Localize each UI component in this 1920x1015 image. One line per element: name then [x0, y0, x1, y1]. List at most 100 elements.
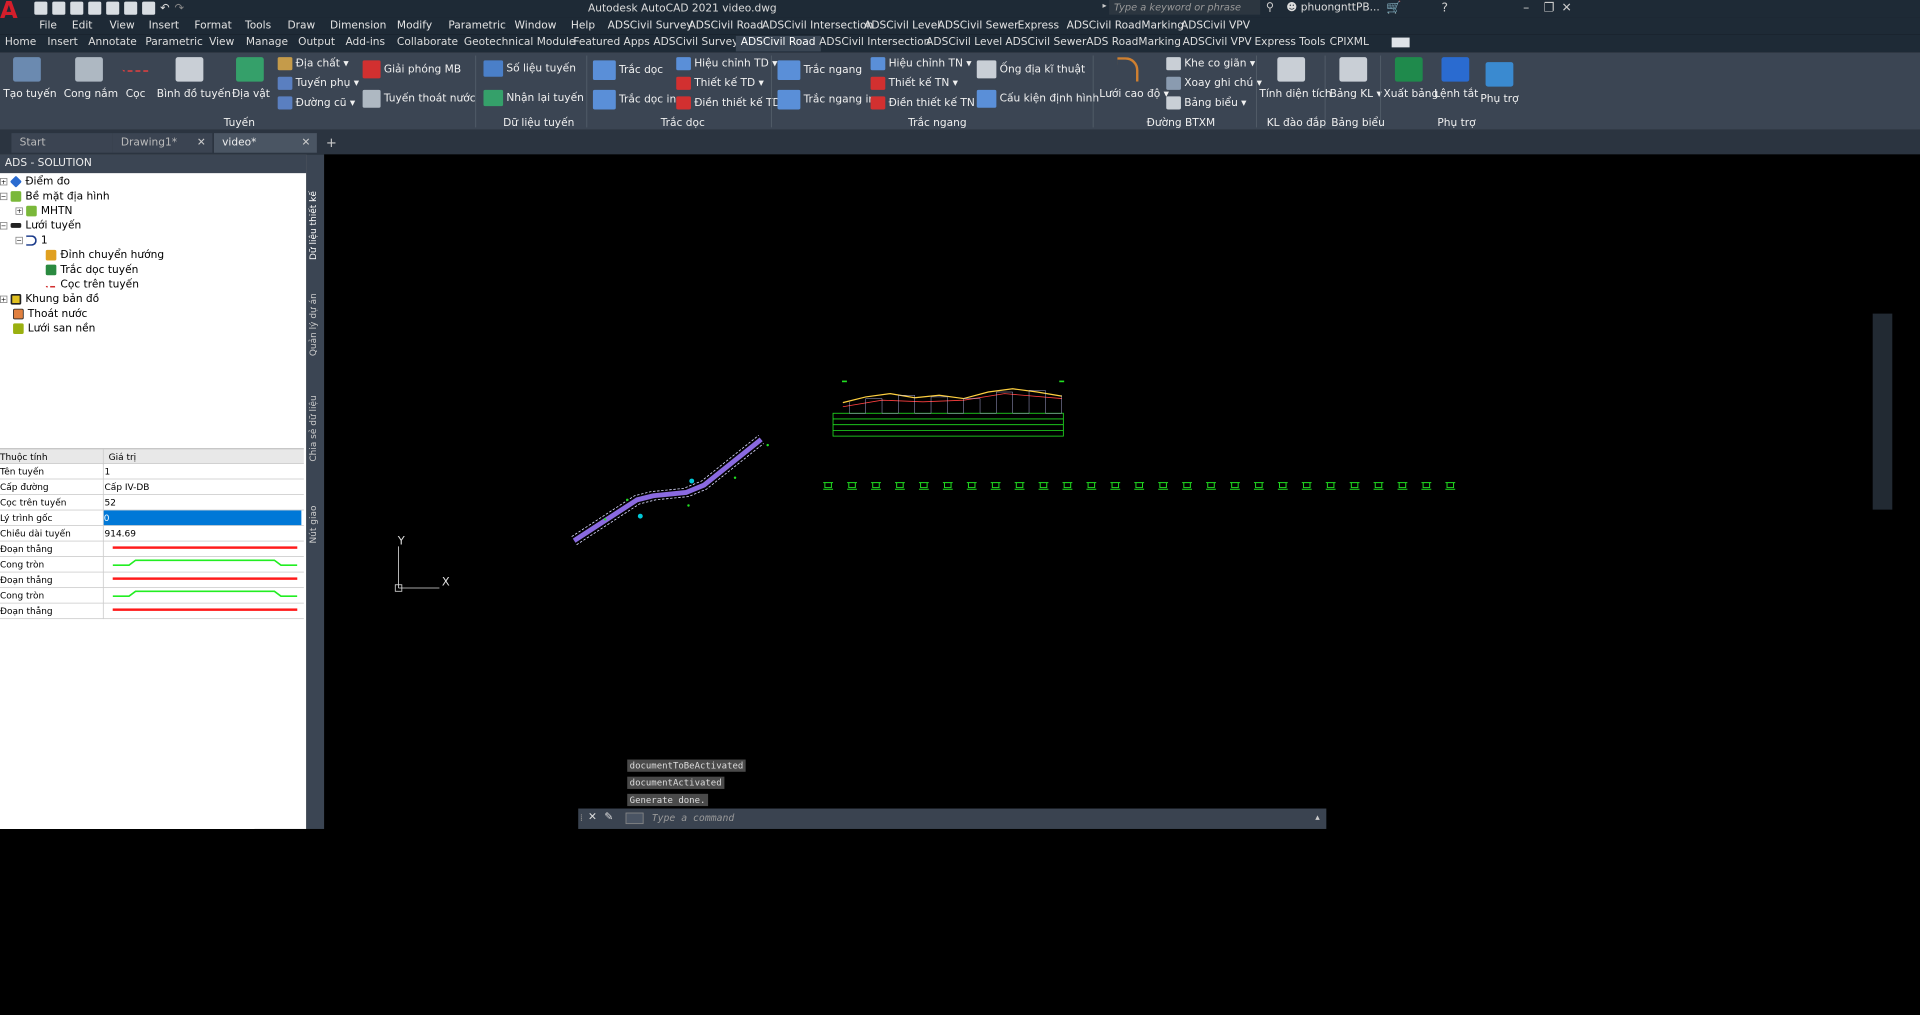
menu-help[interactable]: Help: [571, 20, 595, 32]
grip-icon[interactable]: ⁞: [580, 812, 583, 823]
nhan-lai-tuyen-button[interactable]: Nhận lại tuyến: [483, 89, 584, 107]
menu-adscivil-sewer[interactable]: ADSCivil Sewer: [938, 20, 1019, 32]
panel-kl-dao-dap[interactable]: KL đào đắp: [1267, 117, 1326, 129]
open-icon[interactable]: [52, 1, 66, 15]
tab-adscivil-road[interactable]: ADSCivil Road: [735, 35, 821, 52]
menu-parametric[interactable]: Parametric: [448, 20, 506, 32]
plot-icon[interactable]: [124, 1, 138, 15]
menu-dimension[interactable]: Dimension: [330, 20, 386, 32]
collapse-icon[interactable]: −: [0, 192, 8, 200]
ribbon-toggle-icon[interactable]: [1391, 37, 1410, 48]
tab-add-ins[interactable]: Add-ins: [341, 36, 390, 52]
tab-parametric[interactable]: Parametric: [140, 36, 207, 52]
close-tab-icon[interactable]: ✕: [197, 136, 206, 148]
tab-annotate[interactable]: Annotate: [83, 36, 141, 52]
tab-view[interactable]: View: [204, 36, 239, 52]
ong-dia-ki-thuat-button[interactable]: Ống địa kĩ thuật: [976, 60, 1085, 79]
prop-row-doan-thang[interactable]: Đoạn thẳng: [0, 572, 304, 589]
customize-wrench-icon[interactable]: ✎: [604, 811, 613, 823]
panel-phu-tro[interactable]: Phụ trợ: [1437, 117, 1475, 129]
tab-express-tools[interactable]: Express Tools: [1250, 36, 1331, 52]
menu-draw[interactable]: Draw: [287, 20, 315, 32]
new-tab-icon[interactable]: +: [326, 135, 337, 151]
panel-bang-bieu[interactable]: Bảng biểu: [1331, 117, 1385, 129]
tree-item-dinh-chuyen-huong[interactable]: Đỉnh chuyển hướng: [45, 247, 164, 262]
prop-row-ten-tuyen[interactable]: Tên tuyến 1: [0, 463, 304, 480]
phu-tro-button[interactable]: Phụ trợ: [1477, 62, 1523, 105]
menu-adscivil-survey[interactable]: ADSCivil Survey: [608, 20, 693, 32]
menu-adscivil-level[interactable]: ADSCivil Level: [864, 20, 940, 32]
vtab-nut-giao[interactable]: Nút giao: [308, 506, 323, 544]
panel-tuyen[interactable]: Tuyến: [224, 117, 255, 129]
web-mobile-icon[interactable]: [106, 1, 120, 15]
doc-tab-start[interactable]: Start: [11, 133, 113, 153]
tree-item-luoi-san-nen[interactable]: Lưới san nền: [2, 321, 95, 336]
giai-phong-mb-button[interactable]: Giải phóng MB: [362, 60, 461, 79]
command-input[interactable]: Type a command: [652, 812, 735, 823]
menu-adscivil-intersection[interactable]: ADSCivil Intersection: [762, 20, 873, 32]
vtab-du-lieu-thiet-ke[interactable]: Dữ liệu thiết kế: [308, 191, 323, 260]
trac-doc-in-button[interactable]: Trắc dọc in: [592, 89, 676, 110]
tab-adscivil-vpv[interactable]: ADSCivil VPV: [1178, 36, 1257, 52]
doc-tab-video[interactable]: video* ✕: [213, 133, 317, 153]
tab-home[interactable]: Home: [0, 36, 41, 52]
hieu-chinh-td-button[interactable]: Hiệu chỉnh TD ▾: [676, 57, 777, 71]
prop-value[interactable]: Cấp IV-DB: [105, 482, 150, 493]
tuyen-thoat-nuoc-button[interactable]: Tuyến thoát nước: [362, 89, 476, 108]
tab-adscivil-survey[interactable]: ADSCivil Survey: [648, 36, 743, 52]
cart-icon[interactable]: 🛒: [1386, 0, 1401, 15]
prop-value[interactable]: 52: [105, 497, 116, 508]
prop-value[interactable]: 0: [103, 510, 302, 526]
tree-item-alignment-1[interactable]: −1: [15, 233, 48, 248]
command-prompt-icon[interactable]: [625, 812, 644, 825]
panel-duong-btxm[interactable]: Đường BTXM: [1147, 117, 1216, 129]
close-command-icon[interactable]: ✕: [588, 811, 597, 823]
expand-icon[interactable]: +: [0, 177, 8, 185]
tab-ads-roadmarking[interactable]: ADS RoadMarking: [1081, 36, 1186, 52]
panel-du-lieu-tuyen[interactable]: Dữ liệu tuyến: [503, 117, 574, 129]
prop-row-coc-tren-tuyen[interactable]: Cọc trên tuyến 52: [0, 494, 304, 511]
help-icon[interactable]: ?: [1441, 0, 1448, 15]
prop-row-chieu-dai-tuyen[interactable]: Chiều dài tuyến 914.69: [0, 525, 304, 542]
expand-icon[interactable]: +: [15, 207, 23, 215]
dien-thiet-ke-td-button[interactable]: Điền thiết kế TD: [676, 96, 781, 110]
tree-item-trac-doc-tuyen[interactable]: Trắc dọc tuyến: [45, 262, 138, 277]
prop-value[interactable]: 1: [105, 466, 111, 477]
tree-item-luoi-tuyen[interactable]: − Lưới tuyến: [0, 218, 81, 233]
menu-adscivil-roadmarking[interactable]: ADSCivil RoadMarking: [1067, 20, 1184, 32]
dia-chat-button[interactable]: Địa chất ▾: [277, 57, 349, 71]
collapse-icon[interactable]: −: [15, 236, 23, 244]
print-icon[interactable]: [142, 1, 156, 15]
command-history-toggle-icon[interactable]: ▴: [1315, 812, 1320, 823]
menu-insert[interactable]: Insert: [149, 20, 179, 32]
xoay-ghi-chu-button[interactable]: Xoay ghi chú ▾: [1166, 76, 1262, 90]
menu-window[interactable]: Window: [515, 20, 557, 32]
vtab-quan-ly-du-an[interactable]: Quản lý dự án: [308, 293, 323, 356]
menu-view[interactable]: View: [109, 20, 134, 32]
save-as-icon[interactable]: [88, 1, 102, 15]
prop-row-cong-tron[interactable]: Cong tròn: [0, 556, 304, 573]
prop-row-cong-tron[interactable]: Cong tròn: [0, 588, 304, 604]
thiet-ke-tn-button[interactable]: Thiết kế TN ▾: [870, 76, 958, 90]
minimize-icon[interactable]: –: [1523, 0, 1529, 15]
menu-format[interactable]: Format: [194, 20, 231, 32]
panel-trac-doc[interactable]: Trắc dọc: [661, 117, 705, 129]
cau-kien-dinh-hinh-button[interactable]: Cấu kiện định hình: [976, 89, 1099, 108]
tree-item-coc-tren-tuyen[interactable]: Cọc trên tuyến: [45, 277, 139, 292]
so-lieu-tuyen-button[interactable]: Số liệu tuyến: [483, 60, 576, 77]
user-account[interactable]: ☻ phuongnttPB...: [1286, 2, 1379, 14]
tab-adscivil-intersection[interactable]: ADSCivil Intersection: [814, 36, 935, 52]
drawing-canvas[interactable]: [324, 154, 1920, 829]
save-icon[interactable]: [70, 1, 84, 15]
close-icon[interactable]: ✕: [1562, 0, 1572, 15]
menu-modify[interactable]: Modify: [397, 20, 432, 32]
restore-icon[interactable]: ❐: [1544, 0, 1555, 15]
tab-output[interactable]: Output: [293, 36, 340, 52]
prop-row-cap-duong[interactable]: Cấp đường Cấp IV-DB: [0, 479, 304, 495]
new-icon[interactable]: [34, 1, 48, 15]
tab-adscivil-sewer[interactable]: ADSCivil Sewer: [1000, 36, 1091, 52]
tinh-dien-tich-button[interactable]: Tính diện tích: [1259, 57, 1332, 100]
search-arrow-icon[interactable]: ▸: [1103, 2, 1107, 11]
navigation-bar[interactable]: [1872, 313, 1893, 510]
tab-featured-apps[interactable]: Featured Apps: [568, 36, 654, 52]
